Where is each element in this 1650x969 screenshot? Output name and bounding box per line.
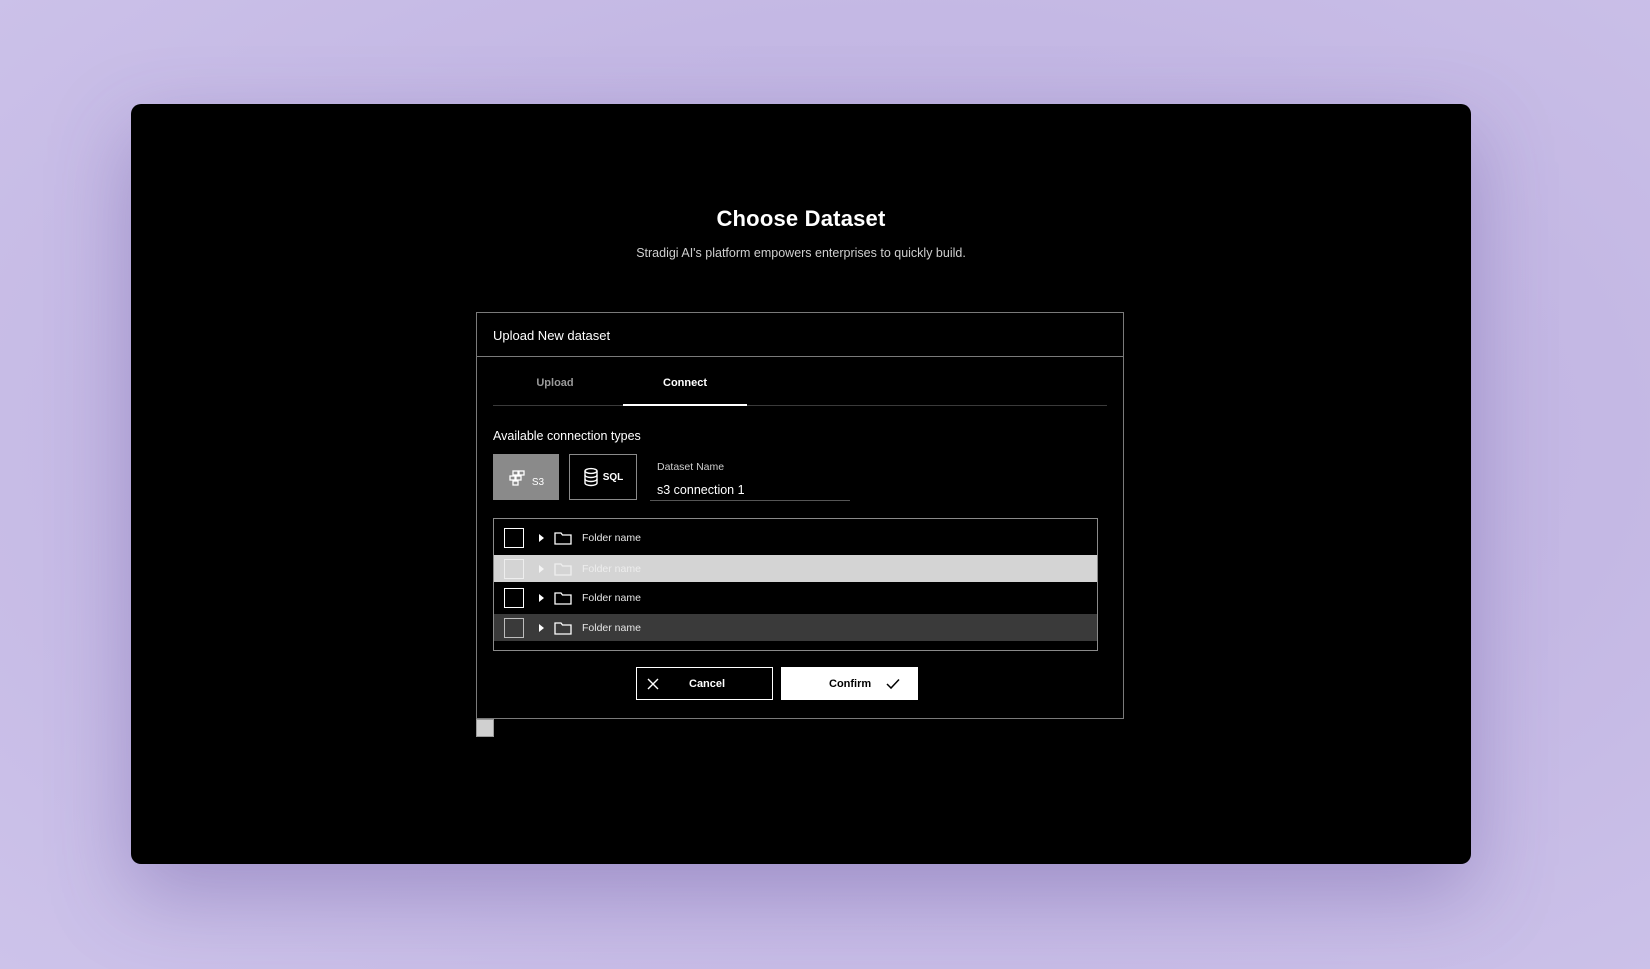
dataset-name-field: Dataset Name [650,461,850,501]
dataset-name-label: Dataset Name [657,461,725,473]
connection-types-label: Available connection types [493,429,641,443]
confirm-label: Confirm [829,677,872,690]
folder-checkbox[interactable] [504,527,524,548]
folder-tree: Folder name Folder name Folder name Fold… [493,518,1098,651]
folder-name: Folder name [582,621,641,634]
confirm-button[interactable]: Confirm [781,667,918,700]
app-window: Choose Dataset Stradigi AI's platform em… [131,104,1471,864]
folder-name: Folder name [582,531,641,544]
folder-name: Folder name [582,562,641,575]
folder-row[interactable]: Folder name [494,584,1097,611]
dataset-name-input[interactable] [650,479,850,501]
page-subtitle: Stradigi AI's platform empowers enterpri… [636,246,966,260]
folder-checkbox[interactable] [504,558,524,579]
tab-connect[interactable]: Connect [623,357,747,406]
folder-checkbox[interactable] [504,587,524,608]
folder-icon [554,621,572,635]
close-icon [647,678,659,690]
page-heading: Choose Dataset Stradigi AI's platform em… [131,206,1471,260]
folder-icon [554,531,572,545]
folder-row[interactable]: Folder name [494,524,1097,551]
s3-bucket-icon [508,467,528,487]
folder-checkbox[interactable] [504,617,524,638]
expand-caret-icon[interactable] [539,564,544,573]
tab-upload[interactable]: Upload [493,357,617,406]
folder-icon [554,591,572,605]
cancel-label: Cancel [689,677,726,690]
page-title: Choose Dataset [716,206,886,231]
upload-dataset-panel: Upload New dataset Upload Connect Availa… [476,312,1124,719]
panel-header: Upload New dataset [477,313,1123,357]
cancel-button[interactable]: Cancel [636,667,773,700]
sql-label: SQL [602,471,624,483]
database-icon [583,467,599,487]
checkmark-icon [886,678,900,690]
folder-row[interactable]: Folder name [494,555,1097,582]
s3-connection-button[interactable]: S3 [493,454,559,500]
expand-caret-icon[interactable] [539,533,544,542]
folder-icon [554,562,572,576]
resize-handle[interactable] [476,719,494,737]
tab-bar: Upload Connect [493,357,1107,406]
s3-label: S3 [531,476,545,488]
expand-caret-icon[interactable] [539,593,544,602]
sql-connection-button[interactable]: SQL [569,454,637,500]
expand-caret-icon[interactable] [539,623,544,632]
folder-row[interactable]: Folder name [494,614,1097,641]
folder-name: Folder name [582,591,641,604]
